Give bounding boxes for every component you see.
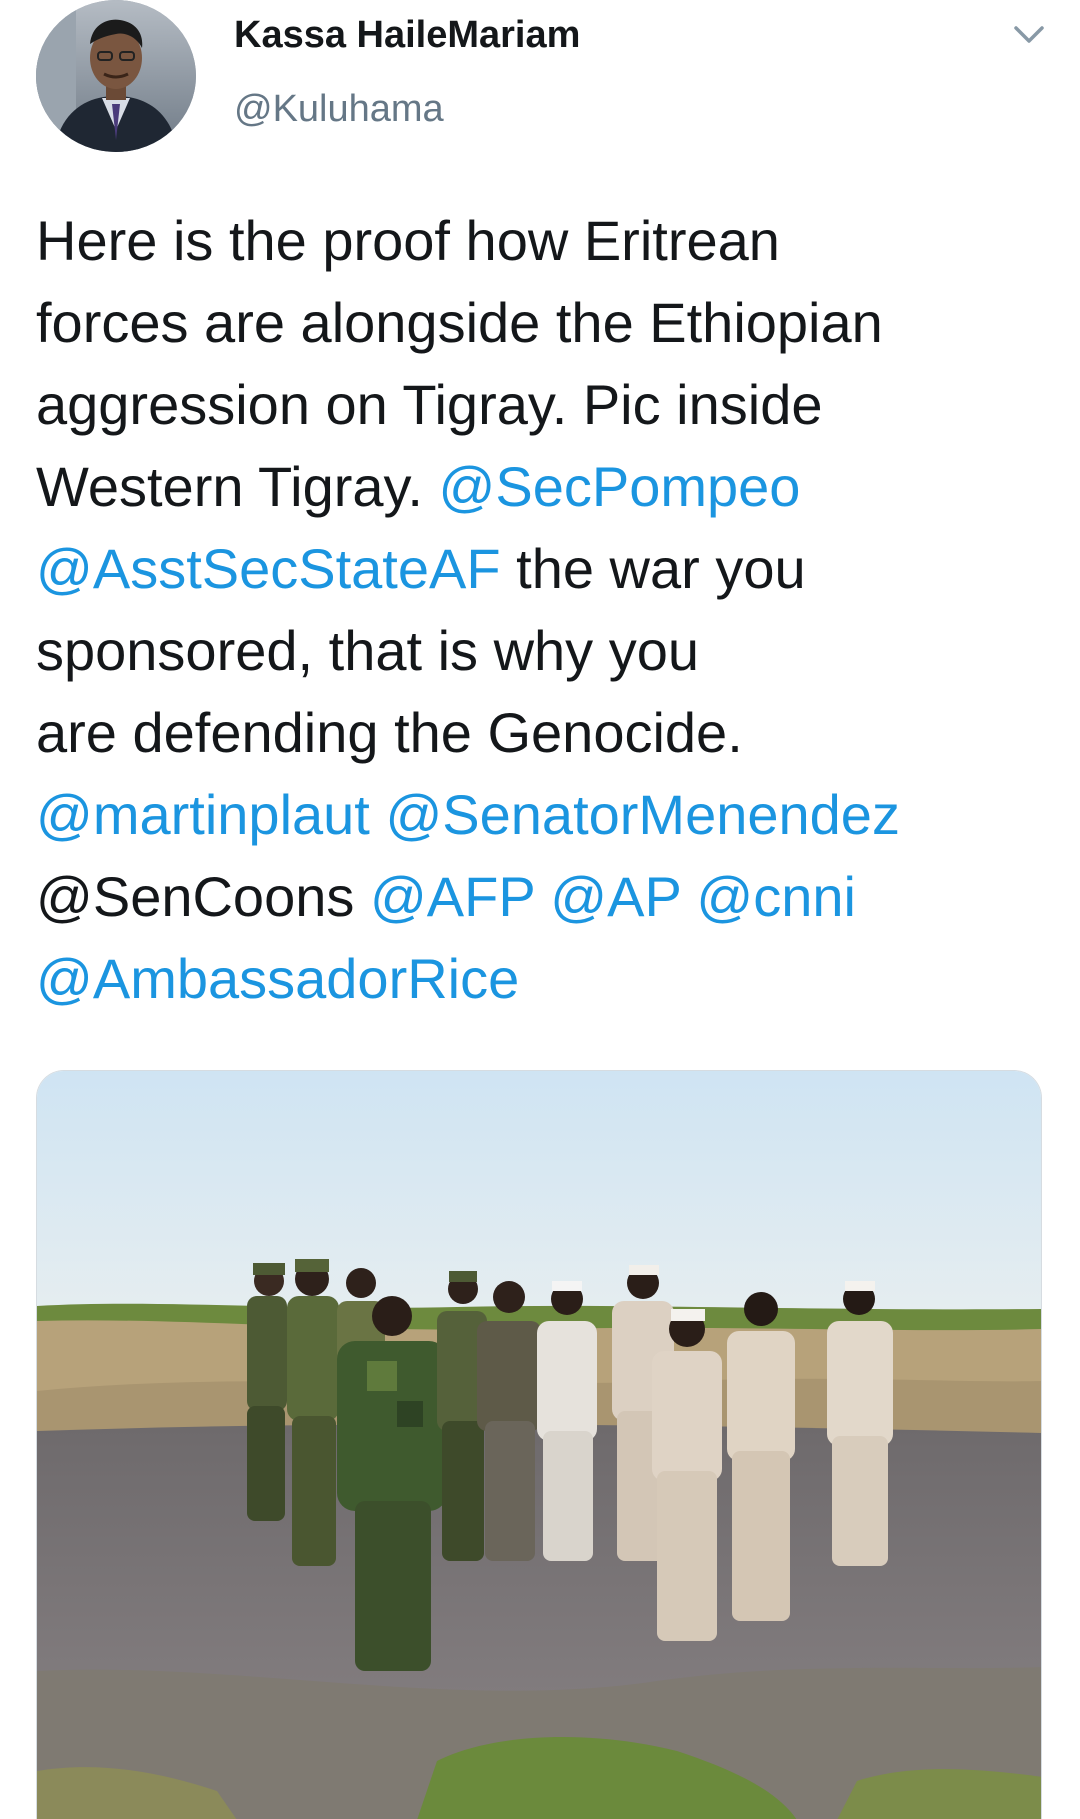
author-handle[interactable]: @Kuluhama [234,88,444,131]
author-avatar[interactable] [36,0,196,152]
tweet-text-segment: are defending the Genocide. [36,701,743,764]
author-name[interactable]: Kassa HaileMariam [234,14,580,57]
tweet: Kassa HaileMariam @Kuluhama Here is the … [0,0,1080,1819]
mention-link[interactable]: @SecPompeo [439,455,801,518]
tweet-text-segment: Western Tigray. [36,455,439,518]
tweet-text-segment: sponsored, that is why you [36,619,700,682]
tweet-photo[interactable] [36,1070,1042,1819]
tweet-text-line: Here is the proof how Eritrean [36,200,1046,282]
tweet-text-line: @martinplaut @SenatorMenendez [36,774,1046,856]
chevron-down-icon[interactable] [1012,22,1046,48]
tweet-text-segment [681,865,697,928]
tweet-text-line: @SenCoons @AFP @AP @cnni [36,856,1046,938]
mention-link[interactable]: @AP [550,865,681,928]
tweet-text-segment: @SenCoons [36,865,355,928]
tweet-text-line: sponsored, that is why you [36,610,1046,692]
tweet-text-segment [535,865,551,928]
photo-image [37,1071,1041,1819]
tweet-text-segment: Here is the proof how Eritrean [36,209,780,272]
tweet-text-line: aggression on Tigray. Pic inside [36,364,1046,446]
tweet-text-segment: aggression on Tigray. Pic inside [36,373,823,436]
tweet-text-segment [354,865,370,928]
tweet-text-line: Western Tigray. @SecPompeo [36,446,1046,528]
mention-link[interactable]: @martinplaut [36,783,370,846]
tweet-text: Here is the proof how Eritrean forces are… [36,200,1046,1020]
mention-link[interactable]: @SenatorMenendez [385,783,900,846]
tweet-text-segment [370,783,386,846]
mention-link[interactable]: @AsstSecStateAF [36,537,501,600]
tweet-text-segment: forces are alongside the Ethiopian [36,291,883,354]
mention-link[interactable]: @AmbassadorRice [36,947,519,1010]
avatar-photo [36,0,196,152]
tweet-text-line: forces are alongside the Ethiopian [36,282,1046,364]
tweet-text-line: @AsstSecStateAF the war you [36,528,1046,610]
mention-link[interactable]: @AFP [370,865,535,928]
tweet-text-line: are defending the Genocide. [36,692,1046,774]
tweet-text-line: @AmbassadorRice [36,938,1046,1020]
mention-link[interactable]: @cnni [696,865,856,928]
tweet-text-segment: the war you [500,537,806,600]
